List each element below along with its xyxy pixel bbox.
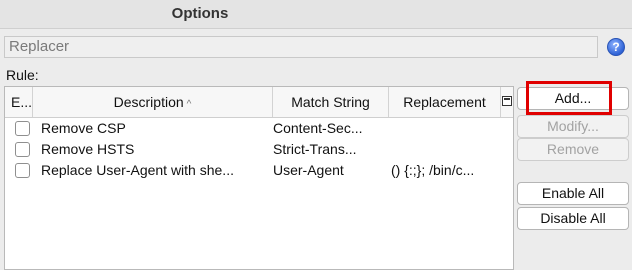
- rule-label: Rule:: [6, 67, 39, 83]
- window-titlebar: Options: [0, 0, 632, 29]
- enable-checkbox[interactable]: [15, 142, 30, 157]
- enable-checkbox[interactable]: [15, 121, 30, 136]
- description-header-label: Description: [113, 94, 184, 110]
- rule-match-string: Content-Sec...: [273, 120, 363, 136]
- add-button-highlight: [526, 81, 612, 115]
- rule-match-string: User-Agent: [273, 162, 344, 178]
- table-header: E... Description ^ Match String Replaceme…: [5, 87, 513, 118]
- rule-replacement: () {:;}; /bin/c...: [391, 162, 475, 178]
- section-title: Replacer: [4, 36, 598, 58]
- rule-description: Remove HSTS: [41, 141, 135, 157]
- column-chooser-button[interactable]: [501, 87, 513, 117]
- column-header-match-string[interactable]: Match String: [273, 87, 389, 117]
- remove-button[interactable]: Remove: [517, 138, 629, 161]
- table-row[interactable]: Remove CSP Content-Sec...: [5, 118, 513, 139]
- modify-button[interactable]: Modify...: [517, 115, 629, 138]
- window-title: Options: [171, 5, 229, 22]
- rules-table: E... Description ^ Match String Replaceme…: [4, 86, 514, 270]
- column-header-replacement[interactable]: Replacement: [389, 87, 501, 117]
- enable-all-button[interactable]: Enable All: [517, 182, 629, 205]
- table-row[interactable]: Remove HSTS Strict-Trans...: [5, 139, 513, 160]
- column-header-description[interactable]: Description ^: [33, 87, 273, 117]
- help-icon[interactable]: ?: [607, 38, 625, 56]
- sort-ascending-icon: ^: [186, 99, 192, 110]
- column-header-enabled[interactable]: E...: [5, 87, 33, 117]
- table-row[interactable]: Replace User-Agent with she... User-Agen…: [5, 160, 513, 181]
- rule-description: Remove CSP: [41, 120, 126, 136]
- rule-match-string: Strict-Trans...: [273, 141, 357, 157]
- enable-checkbox[interactable]: [15, 163, 30, 178]
- rule-description: Replace User-Agent with she...: [41, 162, 234, 178]
- column-chooser-icon: [502, 96, 512, 106]
- disable-all-button[interactable]: Disable All: [517, 207, 629, 230]
